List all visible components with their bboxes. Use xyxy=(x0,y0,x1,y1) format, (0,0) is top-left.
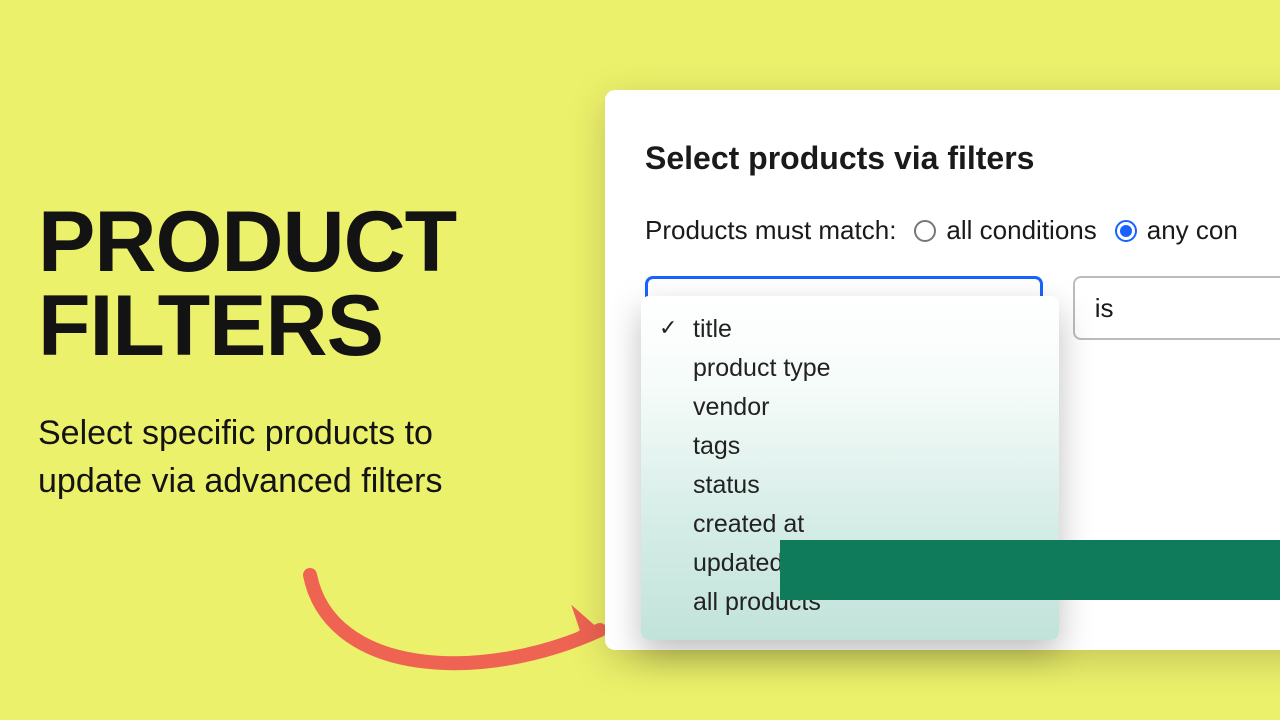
condition-value: is xyxy=(1095,293,1114,324)
dropdown-option-tags[interactable]: tags xyxy=(641,427,1059,466)
headline: PRODUCT FILTERS xyxy=(38,200,456,369)
promo-canvas: PRODUCT FILTERS Select specific products… xyxy=(0,0,1280,720)
radio-icon xyxy=(914,220,936,242)
headline-line-1: PRODUCT xyxy=(38,200,456,284)
filter-row: title product type vendor tags status cr… xyxy=(645,276,1280,340)
match-row: Products must match: all conditions any … xyxy=(645,215,1280,246)
radio-any-label: any con xyxy=(1147,215,1238,246)
action-bar[interactable] xyxy=(780,540,1280,600)
match-label: Products must match: xyxy=(645,215,896,246)
condition-select[interactable]: is xyxy=(1073,276,1280,340)
radio-icon xyxy=(1115,220,1137,242)
dropdown-option-vendor[interactable]: vendor xyxy=(641,388,1059,427)
dropdown-option-title[interactable]: title xyxy=(641,310,1059,349)
dropdown-option-product-type[interactable]: product type xyxy=(641,349,1059,388)
dropdown-option-created-at[interactable]: created at xyxy=(641,505,1059,544)
headline-line-2: FILTERS xyxy=(38,284,456,368)
radio-all-label: all conditions xyxy=(946,215,1096,246)
radio-all-conditions[interactable]: all conditions xyxy=(914,215,1096,246)
field-select-wrap: title product type vendor tags status cr… xyxy=(645,276,1043,340)
radio-any-condition[interactable]: any con xyxy=(1115,215,1238,246)
panel-title: Select products via filters xyxy=(645,140,1280,177)
dropdown-option-status[interactable]: status xyxy=(641,466,1059,505)
arrow-icon xyxy=(300,555,630,695)
subheadline: Select specific products to update via a… xyxy=(38,410,478,505)
